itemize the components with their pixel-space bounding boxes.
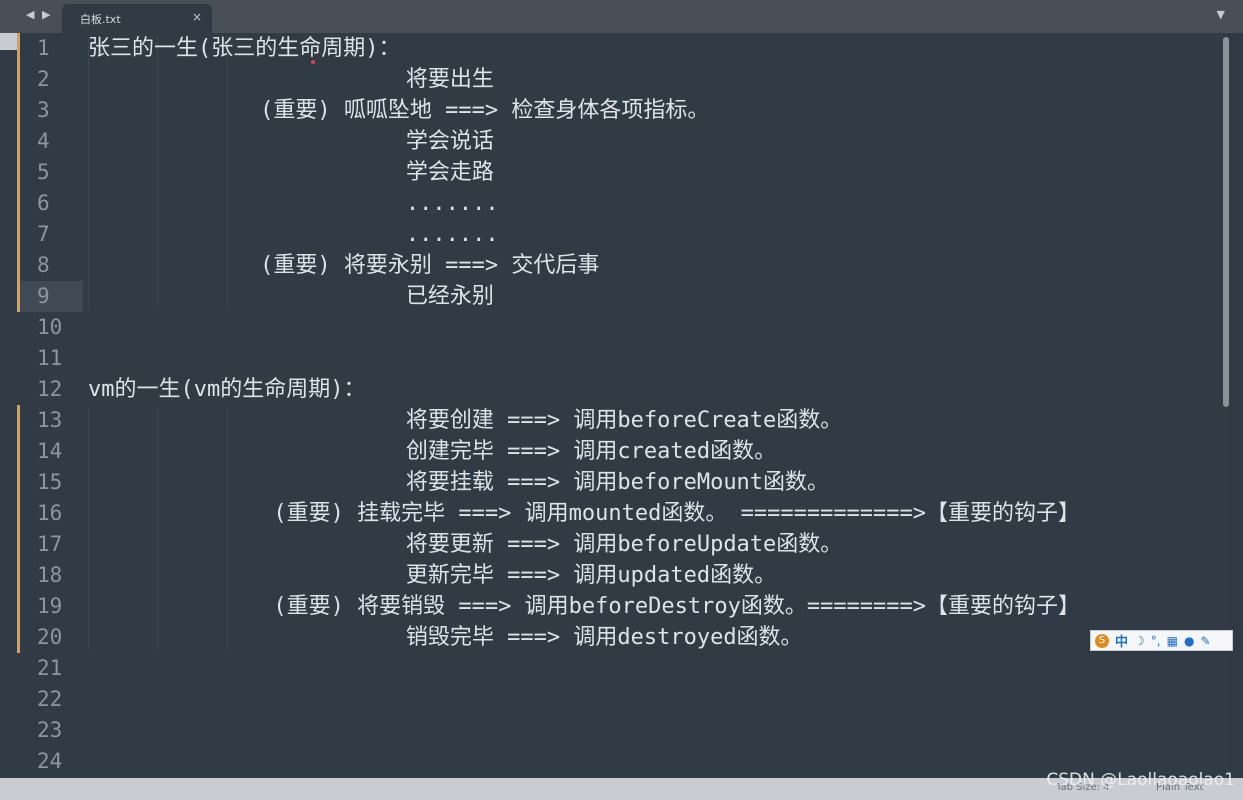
ime-toolbar[interactable]: S 中 ☽ °, ▦ ● ✎	[1090, 630, 1233, 651]
code-line[interactable]: .......	[88, 188, 499, 219]
code-line[interactable]: 学会走路	[88, 157, 494, 188]
punctuation-icon[interactable]: °,	[1151, 634, 1161, 648]
tab-label: 白板.txt	[80, 13, 121, 26]
cursor-marker	[311, 60, 315, 64]
code-line[interactable]: 将要出生	[88, 64, 494, 95]
user-icon[interactable]: ●	[1184, 634, 1194, 648]
code-line[interactable]: 更新完毕 ===> 调用updated函数。	[88, 560, 776, 591]
line-number: 9	[17, 281, 83, 312]
code-line[interactable]: .......	[88, 219, 499, 250]
line-number: 12	[37, 377, 63, 401]
line-number: 21	[37, 656, 63, 680]
code-line[interactable]: 张三的一生(张三的生命周期)：	[88, 33, 401, 64]
watermark: CSDN @Laollaoaolao1	[1046, 770, 1235, 790]
line-number: 22	[37, 687, 63, 711]
code-line[interactable]: 将要创建 ===> 调用beforeCreate函数。	[88, 405, 842, 436]
editor-area[interactable]: 1 2 3 4 5 6 7 8 9 10 11 12 13 14 15 16 17 18 19 20 21 22 23 24 …	[17, 33, 1226, 778]
line-number: 14	[17, 436, 83, 467]
scrollbar-thumb[interactable]	[1223, 37, 1229, 407]
keyboard-icon[interactable]: ▦	[1167, 634, 1178, 648]
line-number: 17	[17, 529, 83, 560]
line-number: 15	[17, 467, 83, 498]
code-line[interactable]: (重要) 将要销毁 ===> 调用beforeDestroy函数。=======…	[88, 591, 1080, 622]
code-line[interactable]: 学会说话	[88, 126, 494, 157]
line-number: 1	[17, 33, 83, 64]
line-number-gutter: 1 2 3 4 5 6 7 8 9 10 11 12 13 14 15 16 17 18 19 20 21 22 23 24	[17, 33, 83, 778]
tab-menu-icon[interactable]: ▼	[1217, 8, 1225, 21]
line-number: 24	[37, 749, 63, 773]
line-number: 7	[17, 219, 83, 250]
line-number: 18	[17, 560, 83, 591]
code-line[interactable]: (重要) 挂载完毕 ===> 调用mounted函数。 ============…	[88, 498, 1080, 529]
code-line[interactable]: (重要) 呱呱坠地 ===> 检查身体各项指标。	[88, 95, 709, 126]
sidebar-edge	[0, 33, 17, 50]
wrench-icon[interactable]: ✎	[1200, 634, 1210, 648]
line-number: 6	[17, 188, 83, 219]
code-line[interactable]: 销毁完毕 ===> 调用destroyed函数。	[88, 622, 803, 653]
line-number: 23	[37, 718, 63, 742]
moon-icon[interactable]: ☽	[1134, 634, 1145, 648]
code-line[interactable]: 将要挂载 ===> 调用beforeMount函数。	[88, 467, 829, 498]
line-number: 3	[17, 95, 83, 126]
tab-nav-arrows-icon[interactable]: ◀ ▶	[26, 8, 52, 21]
line-number: 16	[17, 498, 83, 529]
line-number: 19	[17, 591, 83, 622]
ime-logo-icon[interactable]: S	[1095, 633, 1109, 648]
line-number: 5	[17, 157, 83, 188]
ime-language[interactable]: 中	[1115, 631, 1128, 650]
close-icon[interactable]: ×	[192, 10, 202, 24]
line-number: 2	[17, 64, 83, 95]
line-number: 8	[17, 250, 83, 281]
line-number: 10	[37, 315, 63, 339]
code-line[interactable]: 创建完毕 ===> 调用created函数。	[88, 436, 776, 467]
code-line[interactable]: 将要更新 ===> 调用beforeUpdate函数。	[88, 529, 842, 560]
code-line[interactable]: (重要) 将要永别 ===> 交代后事	[88, 250, 599, 281]
line-number: 20	[17, 622, 83, 653]
tab-file[interactable]: 白板.txt ×	[62, 4, 212, 33]
code-line[interactable]: 已经永别	[88, 281, 494, 312]
line-number: 4	[17, 126, 83, 157]
line-number: 13	[17, 405, 83, 436]
tab-bar: ◀ ▶ 白板.txt × ▼	[0, 0, 1243, 34]
line-number: 11	[37, 346, 63, 370]
code-line[interactable]: vm的一生(vm的生命周期)：	[88, 374, 365, 405]
